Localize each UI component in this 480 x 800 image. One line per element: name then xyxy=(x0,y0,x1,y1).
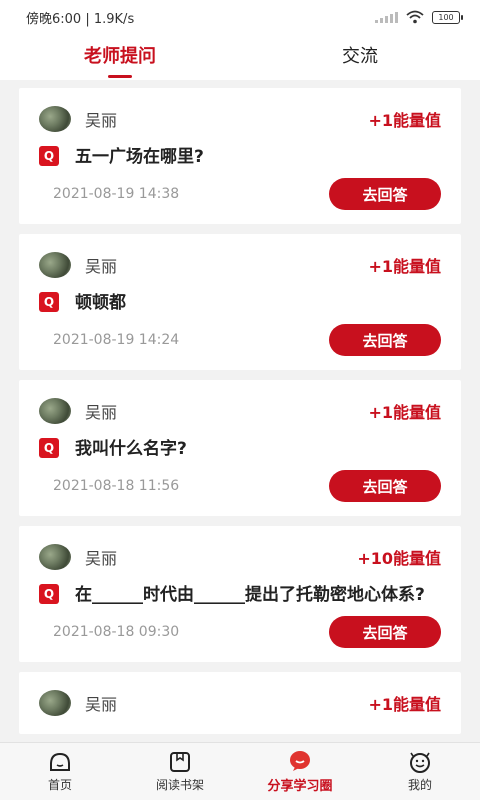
question-text: 五一广场在哪里? xyxy=(75,147,204,167)
question-text: 在______时代由______提出了托勒密地心体系? xyxy=(75,585,425,605)
user-name: 吴丽 xyxy=(85,257,118,276)
nav-home[interactable]: 首页 xyxy=(0,743,120,800)
answer-button[interactable]: 去回答 xyxy=(329,178,441,210)
question-card[interactable]: 吴丽 +1能量值 Q 顿顿都 2021-08-19 14:24 去回答 xyxy=(19,234,461,370)
active-tab-indicator xyxy=(108,75,132,78)
nav-label: 我的 xyxy=(407,777,432,792)
avatar xyxy=(39,398,71,424)
energy-reward: +10能量值 xyxy=(357,549,441,568)
question-text: 顿顿都 xyxy=(75,293,126,313)
top-tabs: 老师提问 交流 xyxy=(0,34,480,80)
user-name: 吴丽 xyxy=(85,111,118,130)
nav-bookshelf[interactable]: 阅读书架 xyxy=(120,743,240,800)
question-card[interactable]: 吴丽 +1能量值 xyxy=(19,672,461,734)
avatar xyxy=(39,252,71,278)
home-icon xyxy=(50,752,70,771)
nav-label: 阅读书架 xyxy=(155,777,204,792)
question-card[interactable]: 吴丽 +10能量值 Q 在______时代由______提出了托勒密地心体系? … xyxy=(19,526,461,662)
avatar xyxy=(39,544,71,570)
energy-reward: +1能量值 xyxy=(368,257,441,276)
answer-button[interactable]: 去回答 xyxy=(329,324,441,356)
question-text: 我叫什么名字? xyxy=(75,439,187,459)
status-right: 100 xyxy=(375,10,463,24)
battery-icon: 100 xyxy=(432,10,463,24)
tab-exchange[interactable]: 交流 xyxy=(240,34,480,80)
question-time: 2021-08-19 14:38 xyxy=(53,186,180,202)
signal-icon xyxy=(375,11,398,23)
tab-label: 老师提问 xyxy=(84,46,156,67)
user-name: 吴丽 xyxy=(85,403,118,422)
profile-face-icon xyxy=(410,752,430,773)
wifi-icon xyxy=(406,10,424,24)
energy-reward: +1能量值 xyxy=(368,403,441,422)
tab-teacher-questions[interactable]: 老师提问 xyxy=(0,34,240,80)
avatar xyxy=(39,106,71,132)
nav-label: 分享学习圈 xyxy=(267,778,333,794)
question-time: 2021-08-18 11:56 xyxy=(53,478,180,494)
status-time: 傍晚6:00 xyxy=(26,11,82,27)
question-time: 2021-08-19 14:24 xyxy=(53,332,180,348)
user-name: 吴丽 xyxy=(85,695,118,714)
avatar xyxy=(39,690,71,716)
question-badge-icon: Q xyxy=(39,584,59,604)
question-card[interactable]: 吴丽 +1能量值 Q 五一广场在哪里? 2021-08-19 14:38 去回答 xyxy=(19,88,461,224)
question-badge-icon: Q xyxy=(39,292,59,312)
question-card[interactable]: 吴丽 +1能量值 Q 我叫什么名字? 2021-08-18 11:56 去回答 xyxy=(19,380,461,516)
question-badge-icon: Q xyxy=(39,438,59,458)
answer-button[interactable]: 去回答 xyxy=(329,616,441,648)
status-left: 傍晚6:00 | 1.9K/s xyxy=(26,11,135,27)
bottom-navigation: 首页 阅读书架 分享学习圈 我的 xyxy=(0,742,480,800)
nav-label: 首页 xyxy=(47,777,72,792)
bookshelf-icon xyxy=(170,751,190,772)
nav-share-circle[interactable]: 分享学习圈 xyxy=(240,743,360,800)
energy-reward: +1能量值 xyxy=(368,111,441,130)
chat-bubble-icon xyxy=(290,750,310,771)
user-name: 吴丽 xyxy=(85,549,118,568)
status-bar: 傍晚6:00 | 1.9K/s 100 xyxy=(0,0,480,34)
energy-reward: +1能量值 xyxy=(368,695,441,714)
nav-mine[interactable]: 我的 xyxy=(360,743,480,800)
answer-button[interactable]: 去回答 xyxy=(329,470,441,502)
tab-label: 交流 xyxy=(342,46,378,67)
question-time: 2021-08-18 09:30 xyxy=(53,624,180,640)
question-list[interactable]: 吴丽 +1能量值 Q 五一广场在哪里? 2021-08-19 14:38 去回答… xyxy=(0,80,480,742)
network-speed: 1.9K/s xyxy=(93,11,135,27)
question-badge-icon: Q xyxy=(39,146,59,166)
